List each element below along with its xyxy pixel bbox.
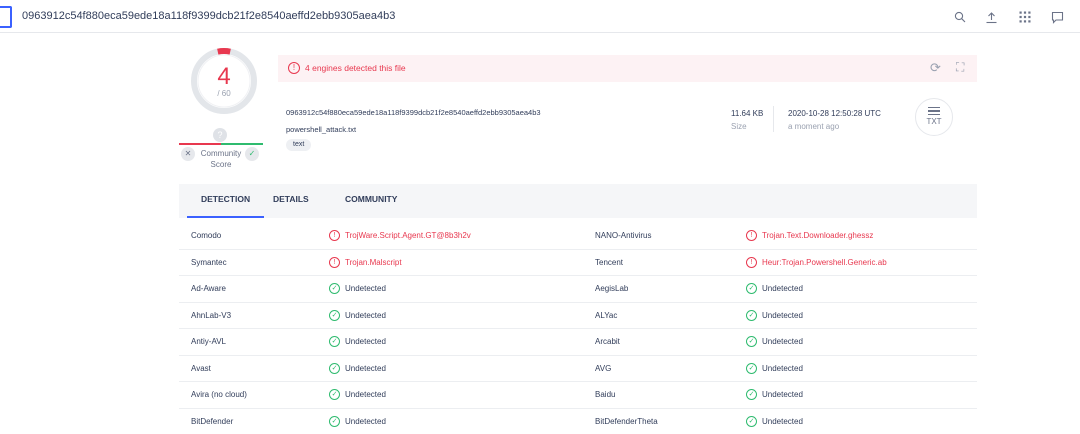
table-row: AhnLab-V3 ✓ Undetected ALYac ✓ Undetected — [179, 303, 977, 329]
check-icon: ✓ — [329, 336, 340, 347]
detection-result: Undetected — [762, 363, 803, 373]
detection-result: Undetected — [345, 284, 386, 293]
engine-name: ALYac — [595, 310, 618, 320]
alert-icon: ! — [746, 230, 757, 241]
search-input[interactable]: 0963912c54f880eca59ede18a118f9399dcb21f2… — [22, 0, 395, 33]
engine-name: Ad-Aware — [191, 284, 226, 293]
check-icon: ✓ — [746, 283, 757, 294]
community-score-label: Community Score — [200, 149, 242, 169]
search-icon[interactable] — [949, 6, 971, 28]
detection-result: Undetected — [345, 310, 386, 320]
engine-name: BitDefender — [191, 416, 234, 426]
top-bar: 0963912c54f880eca59ede18a118f9399dcb21f2… — [0, 0, 1080, 33]
check-icon: ✓ — [329, 309, 340, 321]
table-row: BitDefender ✓ Undetected BitDefenderTheta ✓ U… — [179, 409, 977, 434]
detection-result: Undetected — [762, 310, 803, 320]
detection-result: Undetected — [345, 390, 386, 399]
detection-result: Undetected — [762, 416, 803, 426]
engine-name: AegisLab — [595, 284, 629, 293]
reanalyze-icon[interactable]: ⟳ — [930, 60, 941, 76]
check-icon: ✓ — [329, 389, 340, 400]
graph-view-icon[interactable]: ⛶ — [956, 60, 964, 75]
apps-grid-icon[interactable] — [1014, 6, 1036, 28]
detection-result: Heur:Trojan.Powershell.Generic.ab — [762, 257, 887, 267]
engine-total: / 60 — [217, 89, 231, 98]
engine-name: NANO-Antivirus — [595, 231, 652, 240]
community-score-bar — [179, 143, 263, 145]
file-type-badge: TXT — [926, 117, 942, 126]
upload-icon[interactable] — [980, 6, 1002, 28]
file-name: powershell_attack.txt — [286, 125, 357, 134]
engine-name: Baidu — [595, 390, 616, 399]
file-size-value: 11.64 KB — [731, 109, 764, 118]
table-row: Ad-Aware ✓ Undetected AegisLab ✓ Undetected — [179, 276, 977, 303]
detection-result: Undetected — [345, 416, 386, 426]
alert-icon: ! — [288, 62, 300, 74]
detection-table: Comodo! TrojWare.Script.Agent.GT@8b3h2v NA… — [179, 223, 977, 434]
detection-result: Undetected — [345, 337, 386, 346]
file-tag[interactable]: text — [286, 139, 312, 151]
detection-result: Undetected — [345, 363, 386, 373]
detection-result: Undetected — [762, 284, 803, 293]
meta-divider — [773, 106, 774, 132]
check-icon: ✓ — [746, 415, 757, 427]
table-row: Antiy-AVL ✓ Undetected Arcabit ✓ Undetected — [179, 329, 977, 356]
engine-name: Tencent — [595, 257, 624, 267]
alert-icon: ! — [329, 256, 340, 268]
detection-banner: ! 4 engines detected this file ⟳ ⛶ — [278, 55, 977, 82]
file-hash: 0963912c54f880eca59ede18a118f9399dcb21f2… — [286, 108, 541, 117]
detection-result: TrojWare.Script.Agent.GT@8b3h2v — [345, 231, 471, 240]
check-icon: ✓ — [746, 309, 757, 321]
check-icon: ✓ — [746, 336, 757, 347]
alert-icon: ! — [329, 230, 340, 241]
alert-icon: ! — [746, 256, 757, 268]
table-row: Avast ✓ Undetected AVG ✓ Undetected — [179, 356, 977, 382]
table-row: Avira (no cloud) ✓ Undetected Baidu ✓ Undetec… — [179, 382, 977, 409]
logo-icon[interactable] — [0, 6, 12, 28]
tab-details[interactable]: DETAILS — [273, 184, 309, 218]
tab-bar: DETECTION DETAILS COMMUNITY — [179, 184, 977, 218]
check-icon: ✓ — [746, 362, 757, 374]
file-date-label: a moment ago — [788, 122, 840, 131]
engine-name: Symantec — [191, 257, 227, 267]
check-icon: ✓ — [329, 415, 340, 427]
engine-name: Antiy-AVL — [191, 337, 226, 346]
table-row: Symantec! Trojan.Malscript Tencent! Heur:Tr… — [179, 250, 977, 276]
tab-community[interactable]: COMMUNITY — [345, 184, 397, 218]
engine-name: Comodo — [191, 231, 222, 240]
file-type-icon: TXT — [915, 98, 953, 136]
detection-result: Undetected — [762, 337, 803, 346]
detection-result: Undetected — [762, 390, 803, 399]
check-icon: ✓ — [746, 389, 757, 400]
check-icon: ✓ — [329, 362, 340, 374]
engine-name: BitDefenderTheta — [595, 416, 658, 426]
community-score-question-icon: ? — [213, 128, 227, 142]
detection-score-ring: 4 / 60 — [188, 45, 260, 117]
chat-icon[interactable] — [1046, 6, 1068, 28]
engine-name: Arcabit — [595, 337, 620, 346]
file-info: 0963912c54f880eca59ede18a118f9399dcb21f2… — [278, 90, 977, 160]
engine-name: AVG — [595, 363, 612, 373]
engine-name: Avast — [191, 363, 211, 373]
vote-down-icon[interactable]: ✕ — [181, 147, 195, 161]
file-date-value: 2020-10-28 12:50:28 UTC — [788, 109, 881, 118]
vote-up-icon[interactable]: ✓ — [245, 147, 259, 161]
check-icon: ✓ — [329, 283, 340, 294]
table-row: Comodo! TrojWare.Script.Agent.GT@8b3h2v NA… — [179, 223, 977, 250]
tab-detection[interactable]: DETECTION — [186, 184, 265, 218]
detection-result: Trojan.Text.Downloader.ghessz — [762, 231, 874, 240]
detection-banner-text: 4 engines detected this file — [305, 63, 406, 73]
file-size-label: Size — [731, 122, 747, 131]
engine-name: Avira (no cloud) — [191, 390, 247, 399]
detection-result: Trojan.Malscript — [345, 257, 402, 267]
detection-count: 4 — [217, 63, 231, 90]
engine-name: AhnLab-V3 — [191, 310, 232, 320]
